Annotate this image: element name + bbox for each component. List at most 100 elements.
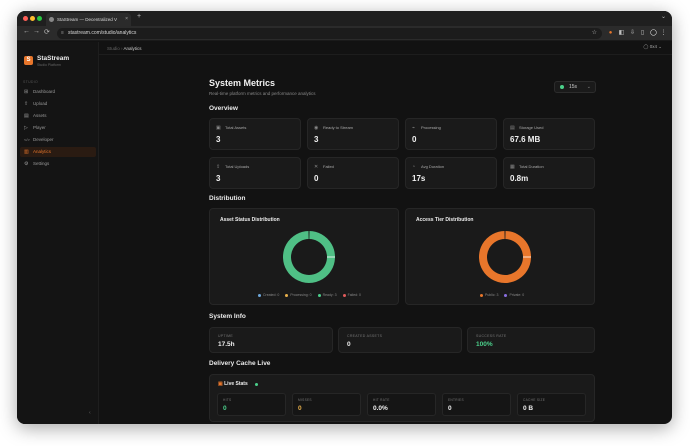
upload-icon: ⇧ bbox=[24, 101, 29, 107]
mini-stat-value: 0 B bbox=[523, 405, 534, 412]
gear-icon: ⚙ bbox=[24, 161, 29, 167]
brand-subtitle: Studio Platform bbox=[37, 63, 61, 67]
sidebar-section-heading: STUDIO bbox=[23, 80, 39, 84]
tab-list-chevron-icon[interactable]: ⌄ bbox=[661, 13, 666, 20]
minimize-window-button[interactable] bbox=[30, 16, 35, 21]
legend-label: Failed: 0 bbox=[347, 293, 362, 297]
delivery-cache-heading: Delivery Cache Live bbox=[209, 360, 271, 367]
site-info-icon[interactable]: ≡ bbox=[61, 28, 64, 39]
live-stats-title: ▣ Live Stats bbox=[218, 381, 248, 387]
browser-tab[interactable]: StaStream — Decentralized V × bbox=[46, 13, 131, 26]
stat-card-ready: ◉ Ready to Stream 3 bbox=[307, 118, 399, 150]
url-bar[interactable]: ≡ stastream.com/studio/analytics ☆ bbox=[57, 28, 602, 39]
created-assets-card: CREATED ASSETS 0 bbox=[338, 327, 462, 353]
breadcrumb-root[interactable]: Studio bbox=[107, 46, 120, 51]
sidebar-item-developer[interactable]: </> Developer bbox=[20, 135, 96, 145]
stat-label: Avg Duration bbox=[421, 164, 445, 169]
sidebar-item-upload[interactable]: ⇧ Upload bbox=[20, 99, 96, 109]
brand-name: StaStream bbox=[37, 55, 70, 62]
page-title: System Metrics bbox=[209, 78, 276, 88]
stat-value: 3 bbox=[314, 135, 319, 144]
live-indicator-dot bbox=[255, 383, 258, 386]
back-arrow-icon[interactable]: ← bbox=[23, 28, 30, 35]
sidebar-item-assets[interactable]: ▤ Assets bbox=[20, 111, 96, 121]
collapse-sidebar-icon[interactable]: ‹ bbox=[89, 410, 91, 416]
sidebar-toggle-icon[interactable]: ▯ bbox=[638, 29, 647, 38]
chart-legend: Public: 3 Private: 0 bbox=[480, 293, 524, 297]
dashboard-icon: ⊞ bbox=[24, 89, 29, 95]
mini-stat-value: 0 bbox=[448, 405, 452, 412]
stat-card-total-duration: ▦ Total Duration 0.8m bbox=[503, 157, 595, 189]
asset-status-chart-card: Asset Status Distribution Created: 0 Pro… bbox=[209, 208, 399, 305]
sidebar-item-label: Player bbox=[33, 125, 46, 130]
app-logo[interactable]: S bbox=[24, 56, 33, 65]
breadcrumb-current: Analytics bbox=[123, 46, 142, 51]
legend-swatch bbox=[285, 293, 289, 297]
play-icon: ▷ bbox=[24, 125, 28, 131]
sidebar-item-analytics[interactable]: ▥ Analytics bbox=[20, 147, 96, 157]
clock-icon: ◔ bbox=[412, 164, 416, 170]
stat-card-processing: ⌁ Processing 0 bbox=[405, 118, 497, 150]
url-text: stastream.com/studio/analytics bbox=[68, 30, 137, 36]
profile-icon[interactable]: ◯ bbox=[649, 29, 658, 38]
access-tier-chart-card: Access Tier Distribution Public: 3 Priva… bbox=[405, 208, 595, 305]
refresh-interval-select[interactable]: 15s ⌄ bbox=[554, 81, 596, 93]
reload-icon[interactable]: ⟳ bbox=[44, 28, 50, 36]
cache-size-stat: CACHE SIZE 0 B bbox=[517, 393, 586, 416]
maximize-window-button[interactable] bbox=[37, 16, 42, 21]
cache-icon: ▣ bbox=[218, 381, 223, 387]
info-value: 100% bbox=[476, 341, 493, 348]
sidebar-item-player[interactable]: ▷ Player bbox=[20, 123, 96, 133]
legend-swatch bbox=[480, 293, 483, 297]
sidebar-item-dashboard[interactable]: ⊞ Dashboard bbox=[20, 87, 96, 97]
cache-misses-stat: MISSES 0 bbox=[292, 393, 361, 416]
sidebar-item-label: Assets bbox=[33, 113, 47, 118]
user-icon: ◯ bbox=[643, 44, 649, 49]
download-icon[interactable]: ⇩ bbox=[628, 29, 637, 38]
mini-stat-label: HIT RATE bbox=[373, 398, 390, 402]
duration-icon: ▦ bbox=[510, 164, 515, 170]
sidebar-item-label: Developer bbox=[33, 137, 54, 142]
mini-stat-value: 0.0% bbox=[373, 405, 388, 412]
cache-entries-stat: ENTRIES 0 bbox=[442, 393, 511, 416]
legend-label: Created: 0 bbox=[263, 293, 280, 297]
bookmark-star-icon[interactable]: ☆ bbox=[592, 28, 597, 39]
tab-close-icon[interactable]: × bbox=[125, 13, 128, 26]
info-value: 17.5h bbox=[218, 341, 235, 348]
new-tab-button[interactable]: + bbox=[137, 13, 141, 20]
sidebar-item-label: Settings bbox=[33, 161, 50, 166]
tab-bar: StaStream — Decentralized V × + ⌄ bbox=[17, 11, 672, 26]
extension-puzzle-icon[interactable]: ◧ bbox=[617, 29, 626, 38]
forward-arrow-icon[interactable]: → bbox=[33, 28, 40, 35]
stat-card-avg-duration: ◔ Avg Duration 17s bbox=[405, 157, 497, 189]
stat-label: Ready to Stream bbox=[323, 125, 354, 130]
mini-stat-value: 0 bbox=[298, 405, 302, 412]
mini-stat-value: 0 bbox=[223, 405, 227, 412]
sidebar-item-label: Upload bbox=[33, 101, 48, 106]
stat-value: 67.6 MB bbox=[510, 135, 541, 144]
close-window-button[interactable] bbox=[23, 16, 28, 21]
stat-label: Failed bbox=[323, 164, 334, 169]
sidebar-item-settings[interactable]: ⚙ Settings bbox=[20, 159, 96, 169]
mini-stat-label: CACHE SIZE bbox=[523, 398, 546, 402]
tab-title: StaStream — Decentralized V bbox=[57, 17, 118, 22]
stat-value: 3 bbox=[216, 174, 221, 183]
top-bar: Studio › Analytics ◯ 0x4 ⌄ bbox=[99, 42, 672, 55]
assets-icon: ▤ bbox=[24, 113, 29, 119]
stat-label: Total Duration bbox=[519, 164, 544, 169]
extension-icon[interactable]: ● bbox=[606, 29, 615, 38]
user-menu-button[interactable]: ◯ 0x4 ⌄ bbox=[643, 44, 662, 50]
browser-menu-icon[interactable]: ⋮ bbox=[659, 29, 668, 38]
stat-label: Total Uploads bbox=[225, 164, 250, 169]
stat-label: Storage Used bbox=[519, 125, 544, 130]
info-value: 0 bbox=[347, 341, 351, 348]
favicon-icon bbox=[49, 17, 54, 22]
donut-slice-ready bbox=[283, 231, 335, 283]
info-label: UPTIME bbox=[218, 334, 234, 338]
stat-value: 0 bbox=[412, 135, 417, 144]
sidebar: S StaStream Studio Platform STUDIO ⊞ Das… bbox=[17, 42, 99, 424]
storage-icon: ▤ bbox=[510, 125, 515, 131]
legend-label: Private: 0 bbox=[509, 293, 525, 297]
sidebar-item-label: Analytics bbox=[33, 149, 52, 154]
ready-icon: ◉ bbox=[314, 125, 319, 131]
